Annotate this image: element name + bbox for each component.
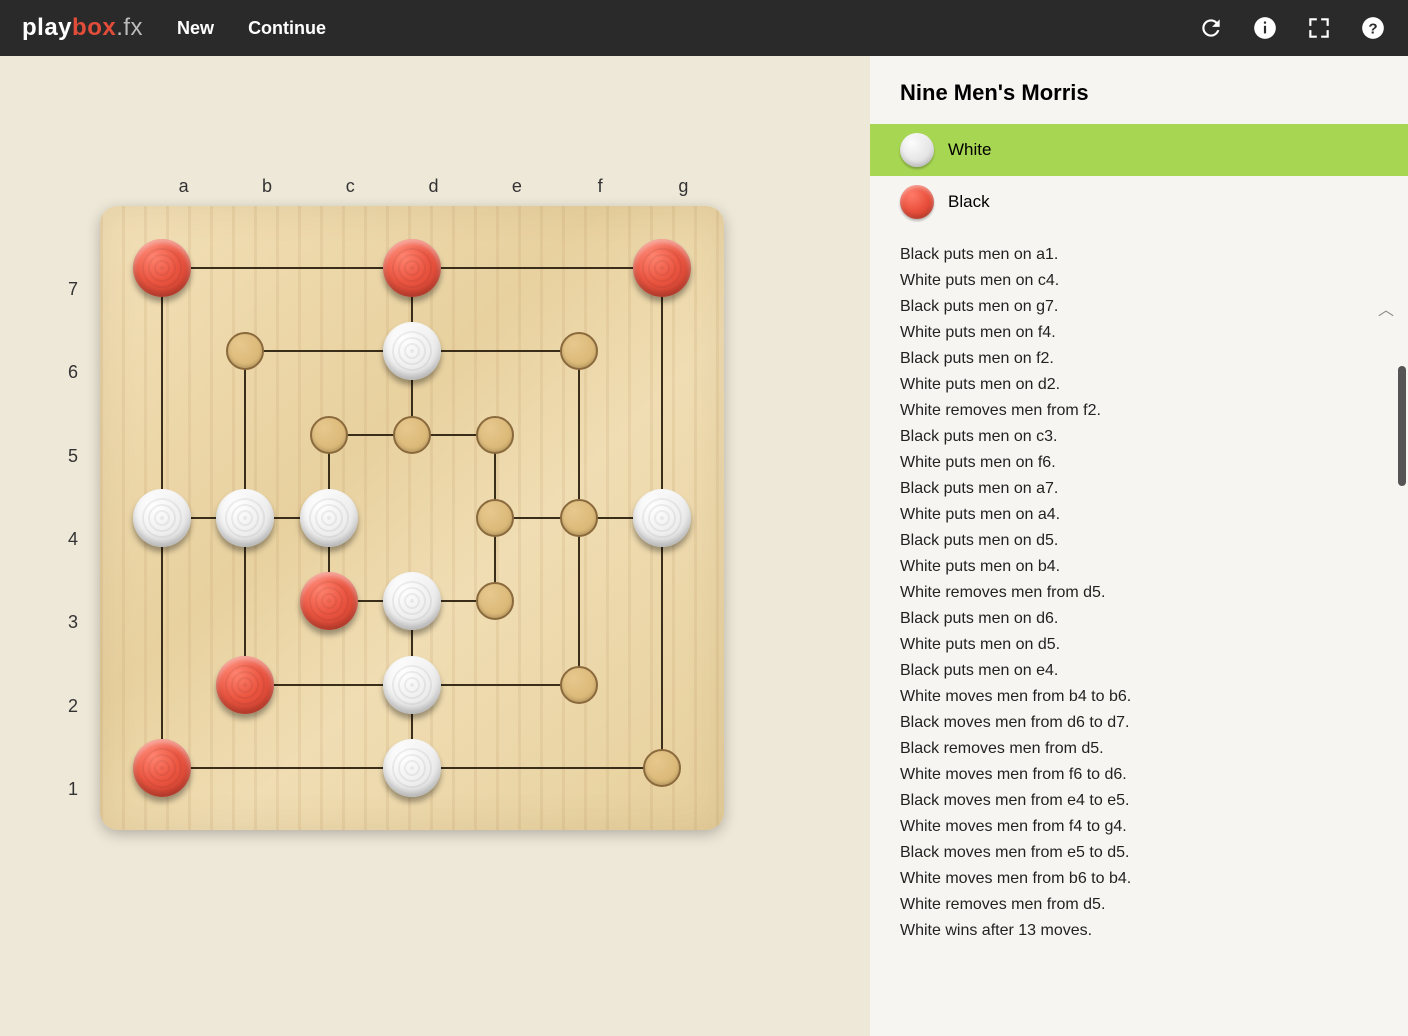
history-entry: Black puts men on d6. (900, 606, 1378, 632)
history-entry: White moves men from f6 to d6. (900, 762, 1378, 788)
scrollbar-thumb[interactable] (1398, 366, 1406, 486)
nav-continue[interactable]: Continue (248, 18, 326, 39)
white-man[interactable] (216, 489, 274, 547)
topbar: playbox.fx New Continue ? (0, 0, 1408, 56)
empty-point[interactable] (476, 499, 514, 537)
history-entry: Black puts men on g7. (900, 294, 1378, 320)
history-entry: White puts men on f6. (900, 450, 1378, 476)
row-label: 4 (68, 498, 78, 581)
col-label: a (142, 176, 225, 197)
white-man[interactable] (133, 489, 191, 547)
white-man[interactable] (383, 739, 441, 797)
game-title: Nine Men's Morris (870, 76, 1408, 124)
empty-point[interactable] (560, 666, 598, 704)
white-piece-icon (900, 133, 934, 167)
history-entry: White wins after 13 moves. (900, 918, 1378, 944)
col-label: e (475, 176, 558, 197)
empty-point[interactable] (643, 749, 681, 787)
history-entry: Black puts men on c3. (900, 424, 1378, 450)
col-label: g (642, 176, 725, 197)
history-entry: Black removes men from d5. (900, 736, 1378, 762)
info-icon[interactable] (1252, 15, 1278, 41)
col-label: f (558, 176, 641, 197)
history-entry: White puts men on c4. (900, 268, 1378, 294)
history-entry: Black puts men on f2. (900, 346, 1378, 372)
black-piece-icon (900, 185, 934, 219)
history-entry: Black moves men from e4 to e5. (900, 788, 1378, 814)
nav-new[interactable]: New (177, 18, 214, 39)
red-man[interactable] (383, 239, 441, 297)
row-label: 1 (68, 748, 78, 831)
red-man[interactable] (300, 572, 358, 630)
empty-point[interactable] (560, 332, 598, 370)
row-labels: 7654321 (68, 248, 78, 831)
col-label: d (392, 176, 475, 197)
refresh-icon[interactable] (1198, 15, 1224, 41)
history-entry: White puts men on f4. (900, 320, 1378, 346)
col-label: c (309, 176, 392, 197)
empty-point[interactable] (310, 416, 348, 454)
history-entry: White puts men on b4. (900, 554, 1378, 580)
svg-text:?: ? (1368, 20, 1377, 37)
player-white-row[interactable]: White (870, 124, 1408, 176)
row-label: 5 (68, 415, 78, 498)
empty-point[interactable] (476, 416, 514, 454)
fullscreen-icon[interactable] (1306, 15, 1332, 41)
red-man[interactable] (216, 656, 274, 714)
history-entry: Black moves men from e5 to d5. (900, 840, 1378, 866)
help-icon[interactable]: ? (1360, 15, 1386, 41)
history-entry: White removes men from d5. (900, 892, 1378, 918)
move-history[interactable]: Black puts men on a1.White puts men on c… (870, 242, 1408, 1036)
history-entry: White removes men from f2. (900, 398, 1378, 424)
history-entry: Black moves men from d6 to d7. (900, 710, 1378, 736)
red-man[interactable] (133, 239, 191, 297)
player-white-label: White (948, 140, 991, 160)
history-entry: White removes men from d5. (900, 580, 1378, 606)
row-label: 7 (68, 248, 78, 331)
white-man[interactable] (633, 489, 691, 547)
history-entry: White moves men from f4 to g4. (900, 814, 1378, 840)
empty-point[interactable] (560, 499, 598, 537)
red-man[interactable] (133, 739, 191, 797)
empty-point[interactable] (476, 582, 514, 620)
history-entry: Black puts men on d5. (900, 528, 1378, 554)
history-entry: White moves men from b4 to b6. (900, 684, 1378, 710)
history-entry: Black puts men on a7. (900, 476, 1378, 502)
red-man[interactable] (633, 239, 691, 297)
board-lines (100, 206, 724, 830)
history-entry: White puts men on a4. (900, 502, 1378, 528)
white-man[interactable] (383, 656, 441, 714)
white-man[interactable] (300, 489, 358, 547)
logo-box: box (72, 14, 116, 41)
history-entry: White puts men on d5. (900, 632, 1378, 658)
logo[interactable]: playbox.fx (22, 14, 143, 42)
side-panel: Nine Men's Morris White Black ︿ Black pu… (870, 56, 1408, 1036)
white-man[interactable] (383, 322, 441, 380)
col-labels: abcdefg (142, 176, 725, 197)
row-label: 2 (68, 664, 78, 747)
empty-point[interactable] (393, 416, 431, 454)
player-black-label: Black (948, 192, 990, 212)
white-man[interactable] (383, 572, 441, 630)
logo-fx: .fx (116, 14, 143, 41)
player-black-row[interactable]: Black (870, 176, 1408, 228)
history-entry: Black puts men on a1. (900, 242, 1378, 268)
empty-point[interactable] (226, 332, 264, 370)
row-label: 6 (68, 331, 78, 414)
board-area: abcdefg 7654321 (0, 56, 870, 1036)
history-entry: White puts men on d2. (900, 372, 1378, 398)
history-entry: Black puts men on e4. (900, 658, 1378, 684)
history-entry: White moves men from b6 to b4. (900, 866, 1378, 892)
game-board[interactable] (100, 206, 724, 830)
logo-play: play (22, 14, 72, 41)
col-label: b (225, 176, 308, 197)
scroll-up-icon[interactable]: ︿ (1378, 296, 1394, 320)
row-label: 3 (68, 581, 78, 664)
